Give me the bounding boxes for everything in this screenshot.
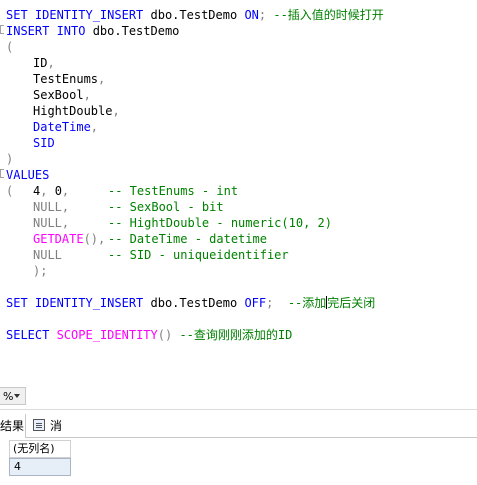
comment: -- TestEnums - int (108, 184, 239, 198)
zoom-dropdown[interactable]: % (0, 387, 26, 405)
grid-cell[interactable]: 4 (9, 458, 71, 476)
collapse-marker[interactable] (0, 169, 4, 178)
comma: , (83, 88, 91, 102)
code-line-11: VALUES (6, 168, 50, 182)
identifier: dbo.TestDemo (85, 24, 180, 38)
code-line-12-values: 4, 0, (33, 183, 69, 199)
code-line-10: ) (6, 152, 14, 166)
comma: , (112, 104, 120, 118)
comment: --查询刚刚添加的ID (179, 328, 293, 342)
code-line-1: SET IDENTITY_INSERT dbo.TestDemo ON; --插… (6, 7, 384, 23)
comma: , (98, 72, 106, 86)
code-line-19: SELECT SCOPE_IDENTITY() --查询刚刚添加的ID (6, 327, 292, 343)
keyword: OFF (244, 296, 267, 310)
keyword: SET IDENTITY_INSERT (6, 296, 144, 310)
comma: , (61, 216, 70, 230)
tab-label: 结果 (0, 419, 25, 433)
code-line-6: SexBool, (33, 87, 91, 103)
comma: , (90, 120, 99, 134)
code-line-7: HightDouble, (33, 103, 120, 119)
code-line-4: ID, (33, 55, 55, 71)
code-line-5: TestEnums, (33, 71, 105, 87)
code-line-12: ( (6, 183, 13, 199)
paren: ( (6, 184, 14, 198)
parens: () (83, 232, 99, 246)
column-name: TestEnums (33, 72, 99, 86)
code-line-3: ( (6, 40, 14, 54)
comma: , (61, 200, 70, 214)
chevron-down-icon (14, 394, 20, 398)
comment: --添加 (287, 296, 327, 310)
keyword: SET IDENTITY_INSERT (6, 8, 144, 22)
value: NULL (33, 216, 62, 230)
code-line-2: INSERT INTO dbo.TestDemo (6, 23, 179, 39)
code-line-17: ); (33, 263, 47, 279)
comma: , (98, 232, 106, 246)
column-header[interactable]: (无列名) (9, 440, 71, 458)
code-line-18: SET IDENTITY_INSERT dbo.TestDemo OFF; --… (6, 295, 375, 311)
code-line-9: SID (33, 136, 55, 150)
results-tabstrip: 结果 消息 (0, 414, 477, 457)
value: 0 (47, 184, 62, 198)
column-name: ID (33, 56, 48, 70)
parens: () (157, 328, 173, 342)
comma: , (47, 56, 55, 70)
function-name: GETDATE (33, 232, 84, 246)
code-line-16: NULL (33, 248, 62, 262)
column-name: SexBool (33, 88, 84, 102)
comma: , (61, 184, 70, 198)
code-line-15: GETDATE(), (33, 231, 105, 247)
comment: -- SexBool - bit (108, 200, 224, 214)
column-name: HightDouble (33, 104, 113, 118)
semicolon: ; (40, 264, 48, 278)
comment: --插入值的时候打开 (266, 8, 384, 22)
function-name: SCOPE_IDENTITY (56, 328, 158, 342)
identifier: dbo.TestDemo (143, 296, 245, 310)
comment: -- SID - uniqueidentifier (108, 248, 289, 262)
code-line-14: NULL, (33, 215, 69, 231)
comment: 完后关闭 (327, 296, 376, 310)
collapse-marker[interactable] (0, 25, 4, 34)
code-line-13: NULL, (33, 199, 69, 215)
sql-editor[interactable]: SET IDENTITY_INSERT dbo.TestDemo ON; --插… (0, 0, 477, 383)
column-name: DateTime (33, 120, 91, 134)
divider (0, 409, 477, 410)
keyword: SELECT (6, 328, 50, 342)
code-line-8: DateTime, (33, 119, 98, 135)
messages-icon (33, 419, 45, 431)
comment: -- DateTime - datetime (108, 232, 267, 246)
keyword: ON (244, 8, 259, 22)
keyword: INSERT INTO (6, 24, 86, 38)
zoom-value: % (3, 390, 14, 403)
tab-results[interactable]: 结果 (0, 414, 26, 438)
identifier: dbo.TestDemo (143, 8, 245, 22)
value: NULL (33, 200, 62, 214)
comment: -- HightDouble - numeric(10, 2) (108, 216, 332, 230)
